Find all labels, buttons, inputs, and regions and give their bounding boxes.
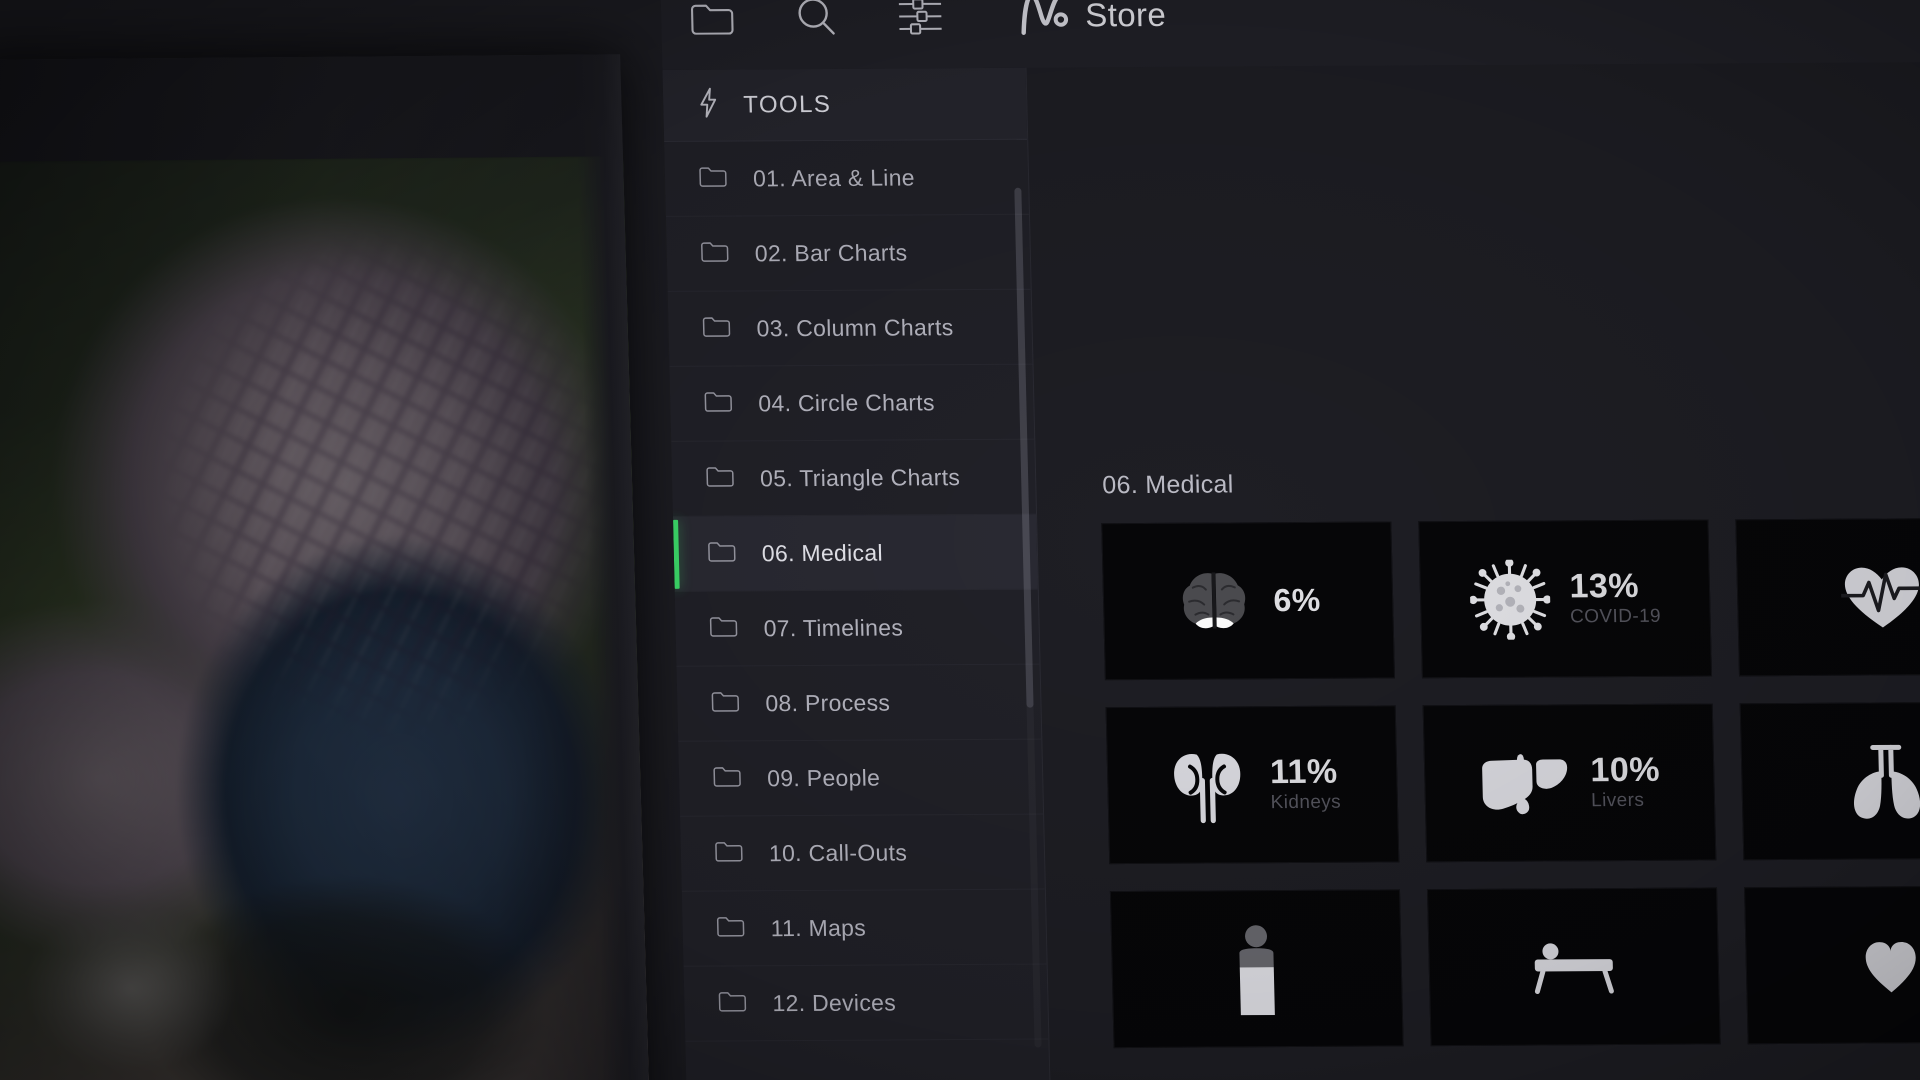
content-category-title: 06. Medical <box>1102 470 1234 500</box>
template-card[interactable] <box>1426 887 1721 1047</box>
sidebar-item-01-area-line[interactable]: 01. Area & Line <box>664 139 1029 217</box>
tools-header: TOOLS <box>662 67 1028 142</box>
template-card[interactable] <box>1739 701 1920 861</box>
sliders-icon[interactable] <box>897 0 944 40</box>
sidebar-item-label: 10. Call-Outs <box>768 838 908 866</box>
sidebar-item-label: 07. Timelines <box>763 613 904 641</box>
sidebar-item-label: 02. Bar Charts <box>754 238 908 266</box>
tools-header-label: TOOLS <box>742 90 832 118</box>
template-card[interactable] <box>1744 885 1920 1045</box>
sidebar-item-12-devices[interactable]: 12. Devices <box>683 964 1049 1042</box>
photo-dim-overlay <box>0 54 651 1080</box>
sidebar-item-11-maps[interactable]: 11. Maps <box>681 889 1047 967</box>
folder-icon <box>699 165 728 192</box>
folder-icon <box>700 240 729 267</box>
template-card-grid: 6% 13% COVID-19 11% Kidneys 10% Livers <box>1101 517 1920 1049</box>
sidebar-nav-list: 01. Area & Line 02. Bar Charts 03. Colum… <box>664 139 1049 1042</box>
folder-icon <box>709 615 738 642</box>
card-subtitle: Livers <box>1590 790 1645 812</box>
virus-icon <box>1468 558 1551 640</box>
folder-icon[interactable] <box>689 0 736 41</box>
card-percentage: 10% <box>1589 750 1661 789</box>
brand-label: Store <box>1084 0 1167 34</box>
folder-icon <box>713 765 742 792</box>
sidebar-item-label: 05. Triangle Charts <box>759 463 961 491</box>
kidneys-icon <box>1163 746 1251 825</box>
sidebar-item-label: 11. Maps <box>770 914 867 941</box>
sidebar-item-08-process[interactable]: 08. Process <box>676 664 1042 742</box>
sidebar-item-09-people[interactable]: 09. People <box>678 739 1044 817</box>
card-text-block: 11% Kidneys <box>1269 752 1342 814</box>
sidebar-item-label: 08. Process <box>765 688 891 716</box>
tools-sidebar: TOOLS 01. Area & Line 02. Bar Charts 03.… <box>662 67 1052 1080</box>
card-percentage: 6% <box>1273 581 1322 618</box>
card-percentage: 11% <box>1269 752 1339 791</box>
lightning-bolt-icon <box>697 87 720 124</box>
search-icon[interactable] <box>793 0 840 40</box>
folder-icon <box>716 915 745 942</box>
template-card[interactable]: 11% Kidneys <box>1105 705 1400 865</box>
sidebar-item-label: 09. People <box>766 764 881 791</box>
card-subtitle: Kidneys <box>1270 792 1342 814</box>
sidebar-item-10-call-outs[interactable]: 10. Call-Outs <box>680 814 1045 892</box>
sidebar-item-06-medical[interactable]: 06. Medical <box>672 514 1038 592</box>
sidebar-item-label: 03. Column Charts <box>756 313 954 341</box>
content-area: 06. Medical 6% 13% COVID-19 11% Kidneys … <box>1026 62 1920 1080</box>
folder-icon <box>718 990 747 1017</box>
liver-icon <box>1478 750 1572 817</box>
folder-icon <box>702 315 731 342</box>
m-logo-icon <box>1017 0 1072 43</box>
heartbeat-icon <box>1840 561 1920 633</box>
lungs-icon <box>1843 741 1920 822</box>
card-text-block: 13% COVID-19 <box>1568 566 1662 628</box>
stretcher-icon <box>1528 937 1619 998</box>
template-card[interactable]: 6% <box>1101 521 1395 681</box>
brand-store-link[interactable]: Store <box>1017 0 1167 43</box>
sidebar-item-04-circle-charts[interactable]: 04. Circle Charts <box>669 364 1035 442</box>
folder-icon <box>711 690 740 717</box>
sidebar-item-05-triangle-charts[interactable]: 05. Triangle Charts <box>671 439 1037 517</box>
sidebar-item-label: 01. Area & Line <box>752 163 916 191</box>
sidebar-item-07-timelines[interactable]: 07. Timelines <box>674 589 1040 667</box>
card-percentage: 13% <box>1568 566 1640 606</box>
template-card[interactable]: 10% Livers <box>1422 703 1717 863</box>
template-card[interactable] <box>1109 889 1404 1049</box>
person-icon <box>1223 923 1291 1015</box>
app-screenshot: Store TOOLS 01. Area & Line 02. Bar Char… <box>0 0 1920 1080</box>
background-photo-panel <box>0 54 651 1080</box>
folder-icon <box>708 540 737 567</box>
template-card[interactable] <box>1735 517 1920 677</box>
organ-icon <box>1855 930 1920 1000</box>
folder-icon <box>704 390 733 417</box>
sidebar-item-label: 04. Circle Charts <box>758 388 936 416</box>
brain-icon <box>1175 565 1255 637</box>
application-window: Store TOOLS 01. Area & Line 02. Bar Char… <box>660 0 1920 1080</box>
card-text-block: 6% <box>1273 581 1322 618</box>
sidebar-item-label: 06. Medical <box>761 539 884 566</box>
sidebar-item-02-bar-charts[interactable]: 02. Bar Charts <box>665 214 1031 292</box>
top-toolbar: Store <box>660 0 1920 70</box>
card-subtitle: COVID-19 <box>1569 606 1662 628</box>
card-text-block: 10% Livers <box>1589 750 1661 812</box>
folder-icon <box>706 465 735 492</box>
folder-icon <box>715 840 744 867</box>
sidebar-item-03-column-charts[interactable]: 03. Column Charts <box>667 289 1033 367</box>
template-card[interactable]: 13% COVID-19 <box>1418 519 1713 679</box>
sidebar-item-label: 12. Devices <box>772 988 897 1016</box>
